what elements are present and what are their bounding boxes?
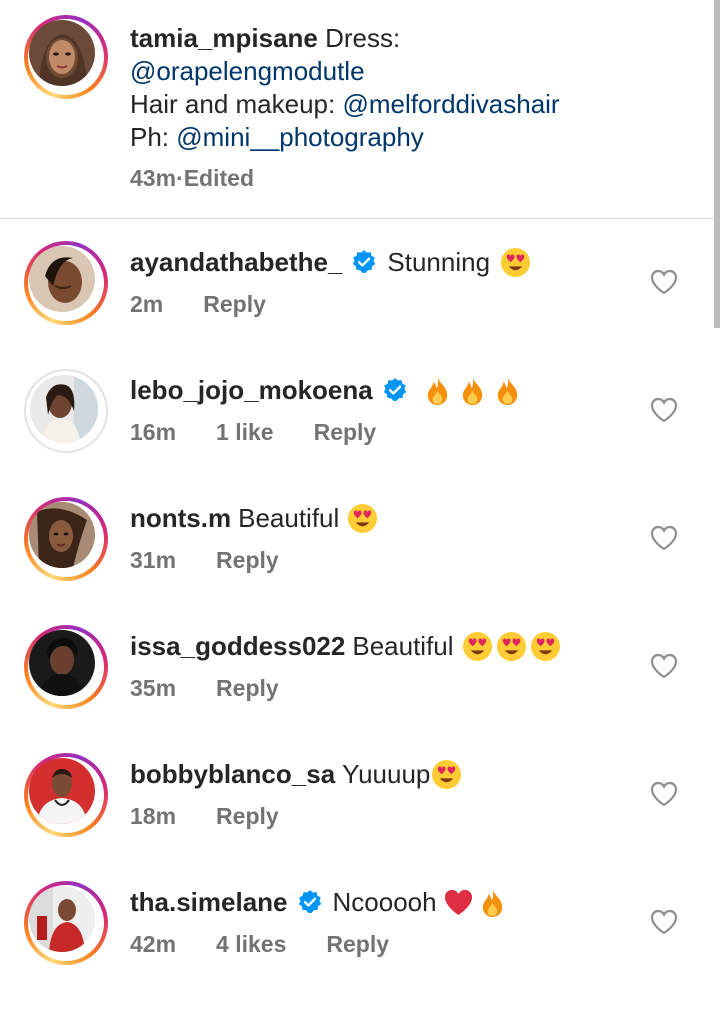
comment-text: Stunning [387, 247, 491, 277]
timestamp: 42m [130, 931, 177, 957]
like-heart-icon[interactable] [650, 909, 678, 935]
avatar[interactable] [24, 497, 108, 581]
comment-line: issa_goddess022 Beautiful [130, 629, 561, 663]
caption-hair-label: Hair and makeup: [130, 89, 343, 119]
reply-button[interactable]: Reply [326, 931, 389, 958]
caption-meta: 43m · Edited [130, 165, 254, 192]
reply-button[interactable]: Reply [314, 419, 377, 446]
comment-username[interactable]: issa_goddess022 [130, 629, 345, 663]
comment-text: Beautiful [352, 631, 454, 661]
comment-line: ayandathabethe_ Stunning [130, 245, 531, 279]
timestamp: 2m [130, 291, 164, 317]
mention-link[interactable]: @orapelengmodutle [130, 56, 365, 86]
comment-username[interactable]: nonts.m [130, 501, 231, 535]
scrollbar[interactable] [714, 0, 720, 328]
red-heart-emoji-icon [443, 887, 474, 918]
edited-label: Edited [183, 165, 254, 191]
timestamp: 16m [130, 419, 177, 445]
comment-text: Yuuuup [342, 759, 431, 789]
reply-button[interactable]: Reply [216, 803, 279, 830]
comment-line: lebo_jojo_mokoena [130, 373, 523, 407]
comment-line: bobbyblanco_sa Yuuuup [130, 757, 462, 791]
like-heart-icon[interactable] [650, 781, 678, 807]
comment-item: bobbyblanco_sa Yuuuup 18m Reply [0, 753, 714, 881]
comment-item: issa_goddess022 Beautiful 35m Reply [0, 625, 714, 753]
avatar[interactable] [24, 625, 108, 709]
heart-eyes-emoji-icon [431, 759, 462, 790]
like-count[interactable]: 4 likes [216, 931, 286, 958]
comment-item: lebo_jojo_mokoena 16m 1 like Reply [0, 369, 714, 497]
heart-eyes-emoji-icon [347, 503, 378, 534]
avatar[interactable] [24, 369, 108, 453]
avatar[interactable] [24, 881, 108, 965]
comment-meta: 31m Reply [130, 547, 319, 574]
comment-item: ayandathabethe_ Stunning 2m Reply [0, 241, 714, 369]
comment-meta: 2m Reply [130, 291, 306, 318]
avatar[interactable] [24, 15, 108, 99]
comment-item: nonts.m Beautiful 31m Reply [0, 497, 714, 625]
timestamp: 31m [130, 547, 177, 573]
like-heart-icon[interactable] [650, 269, 678, 295]
verified-badge-icon [351, 249, 377, 275]
like-count[interactable]: 1 like [216, 419, 274, 446]
comment-meta: 16m 1 like Reply [130, 419, 416, 446]
heart-eyes-emoji-icon [462, 631, 493, 662]
comment-username[interactable]: ayandathabethe_ [130, 245, 342, 279]
comment-line: nonts.m Beautiful [130, 501, 378, 535]
fire-emoji-icon [477, 887, 508, 918]
mention-link[interactable]: @melforddivashair [342, 89, 559, 119]
caption-ph-label: Ph: [130, 122, 177, 152]
timestamp: 35m [130, 675, 177, 701]
comment-username[interactable]: lebo_jojo_mokoena [130, 373, 373, 407]
comment-meta: 18m Reply [130, 803, 319, 830]
comment-username[interactable]: bobbyblanco_sa [130, 757, 335, 791]
avatar[interactable] [24, 241, 108, 325]
caption-username[interactable]: tamia_mpisane [130, 23, 318, 53]
fire-emoji-icon [492, 375, 523, 406]
reply-button[interactable]: Reply [203, 291, 266, 318]
heart-eyes-emoji-icon [530, 631, 561, 662]
reply-button[interactable]: Reply [216, 675, 279, 702]
caption-text: tamia_mpisane Dress: @orapelengmodutle H… [130, 22, 700, 154]
fire-emoji-icon [457, 375, 488, 406]
reply-button[interactable]: Reply [216, 547, 279, 574]
like-heart-icon[interactable] [650, 525, 678, 551]
timestamp: 18m [130, 803, 177, 829]
fire-emoji-icon [422, 375, 453, 406]
avatar[interactable] [24, 753, 108, 837]
comment-text: Beautiful [238, 503, 340, 533]
heart-eyes-emoji-icon [500, 247, 531, 278]
comment-line: tha.simelane Ncooooh [130, 885, 508, 919]
mention-link[interactable]: @mini__photography [176, 122, 424, 152]
comment-meta: 42m 4 likes Reply [130, 931, 429, 958]
caption-lead: Dress: [317, 23, 401, 53]
comment-username[interactable]: tha.simelane [130, 885, 288, 919]
comment-item: tha.simelane Ncooooh 42m 4 likes Reply [0, 881, 714, 1009]
post-caption: tamia_mpisane Dress: @orapelengmodutle H… [0, 0, 714, 219]
verified-badge-icon [297, 889, 323, 915]
timestamp: 43m [130, 165, 177, 191]
verified-badge-icon [382, 377, 408, 403]
like-heart-icon[interactable] [650, 653, 678, 679]
separator: · [176, 165, 184, 191]
like-heart-icon[interactable] [650, 397, 678, 423]
comment-text: Ncooooh [332, 887, 437, 917]
heart-eyes-emoji-icon [496, 631, 527, 662]
comment-meta: 35m Reply [130, 675, 319, 702]
